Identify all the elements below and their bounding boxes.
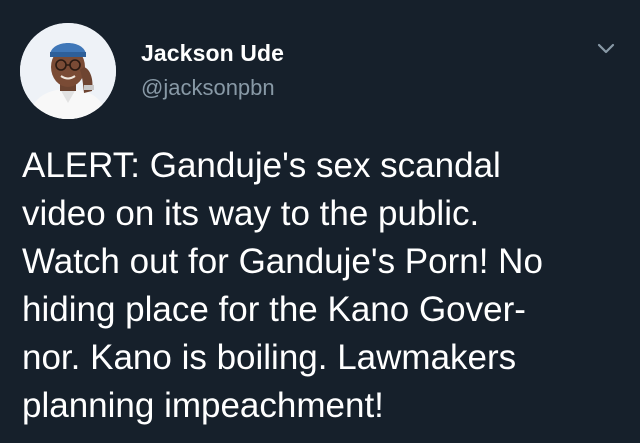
author-handle[interactable]: @jacksonpbn xyxy=(141,75,275,101)
tweet-text-line: planning impeachment! xyxy=(22,386,384,425)
tweet-text-line: Watch out for Ganduje's Porn! No xyxy=(22,242,543,281)
tweet-text-line: nor. Kano is boiling. Lawmakers xyxy=(22,338,517,377)
chevron-down-icon[interactable] xyxy=(593,37,619,59)
author-avatar[interactable] xyxy=(20,23,116,119)
tweet-text-line: video on its way to the public. xyxy=(22,194,480,233)
tweet-card: Jackson Ude @jacksonpbn ALERT: Ganduje's… xyxy=(0,0,640,443)
avatar-photo-icon xyxy=(20,23,116,119)
tweet-text: ALERT: Ganduje's sex scandal video on it… xyxy=(22,142,622,430)
author-display-name[interactable]: Jackson Ude xyxy=(141,40,284,67)
tweet-text-line: hiding place for the Kano Gover- xyxy=(22,290,526,329)
tweet-text-line: ALERT: Ganduje's sex scandal xyxy=(22,146,501,185)
